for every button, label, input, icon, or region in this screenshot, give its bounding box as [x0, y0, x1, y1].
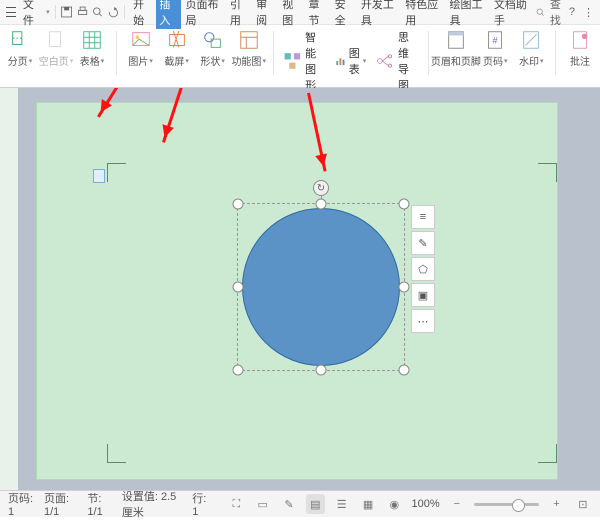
- view-web-icon[interactable]: ▦: [359, 494, 377, 514]
- anchor-icon: [93, 169, 105, 183]
- save-icon[interactable]: [60, 4, 73, 20]
- arrow-annotation: [162, 88, 194, 143]
- canvas: ↻ ≡ ✎ ⬠ ▣ ⋯: [0, 88, 600, 490]
- margin-corner-icon: [107, 444, 126, 463]
- view-read-icon[interactable]: ◉: [385, 494, 403, 514]
- resize-handle[interactable]: [399, 365, 410, 376]
- fill-tool[interactable]: ⬠: [411, 257, 435, 281]
- btn-pageno[interactable]: # 页码▾: [481, 29, 509, 68]
- find-group[interactable]: 查找 ?⋮: [535, 0, 594, 28]
- tab-dev[interactable]: 开发工具: [358, 0, 400, 28]
- more-tool[interactable]: ⋯: [411, 309, 435, 333]
- tab-review[interactable]: 审阅: [253, 0, 277, 28]
- menu-file[interactable]: 文件: [20, 0, 44, 28]
- resize-handle[interactable]: [399, 282, 410, 293]
- tab-section[interactable]: 章节: [305, 0, 329, 28]
- page-content: ↻ ≡ ✎ ⬠ ▣ ⋯: [107, 163, 557, 463]
- fullscreen-icon[interactable]: ⛶: [227, 494, 245, 514]
- resize-handle[interactable]: [399, 199, 410, 210]
- btn-table[interactable]: 表格▾: [78, 29, 106, 68]
- tab-feature[interactable]: 特色应用: [402, 0, 444, 28]
- btn-mind[interactable]: 思维导图: [376, 29, 418, 93]
- btn-header[interactable]: 页眉和页脚: [439, 29, 474, 68]
- tab-draw[interactable]: 绘图工具: [447, 0, 489, 28]
- zoom-out[interactable]: −: [448, 494, 466, 514]
- btn-function[interactable]: 功能图▾: [235, 29, 263, 68]
- resize-handle[interactable]: [233, 365, 244, 376]
- arrow-annotation: [307, 93, 327, 172]
- svg-text:#: #: [493, 36, 499, 46]
- zoom-slider[interactable]: [474, 503, 539, 506]
- fit-icon[interactable]: ▭: [254, 494, 272, 514]
- shape-selection[interactable]: ↻: [237, 203, 405, 371]
- zoom-in[interactable]: +: [547, 494, 565, 514]
- view-print-icon[interactable]: ▤: [306, 494, 324, 514]
- tab-insert[interactable]: 插入: [156, 0, 180, 29]
- status-line[interactable]: 行: 1: [192, 490, 211, 518]
- find-label: 查找: [550, 0, 561, 28]
- resize-handle[interactable]: [316, 365, 327, 376]
- btn-watermark[interactable]: 水印▾: [517, 29, 545, 68]
- circle-shape[interactable]: [242, 208, 400, 366]
- btn-smart[interactable]: 智能图形: [283, 29, 325, 93]
- status-indent[interactable]: 设置值: 2.5厘米: [122, 488, 184, 520]
- shape-tool-panel: ≡ ✎ ⬠ ▣ ⋯: [411, 205, 435, 333]
- tab-start[interactable]: 开始: [130, 0, 154, 28]
- tab-assist[interactable]: 文档助手: [491, 0, 533, 28]
- chevron-down-icon: ▾: [46, 8, 50, 16]
- margin-corner-icon: [538, 444, 557, 463]
- statusbar: 页码: 1 页面: 1/1 节: 1/1 设置值: 2.5厘米 行: 1 ⛶ ▭…: [0, 490, 600, 517]
- status-page[interactable]: 页码: 1: [8, 490, 36, 518]
- status-pages[interactable]: 页面: 1/1: [44, 490, 79, 518]
- tab-security[interactable]: 安全: [332, 0, 356, 28]
- view-outline-icon[interactable]: ☰: [333, 494, 351, 514]
- tab-reference[interactable]: 引用: [227, 0, 251, 28]
- btn-picture[interactable]: 图片▾: [127, 29, 155, 68]
- btn-comment[interactable]: 批注: [566, 29, 594, 68]
- tab-view[interactable]: 视图: [279, 0, 303, 28]
- edit-icon[interactable]: ✎: [280, 494, 298, 514]
- btn-screenshot[interactable]: 截屏▾: [163, 29, 191, 68]
- rotate-handle[interactable]: ↻: [313, 180, 329, 196]
- shadow-tool[interactable]: ▣: [411, 283, 435, 307]
- preview-icon[interactable]: [91, 4, 104, 20]
- page[interactable]: ↻ ≡ ✎ ⬠ ▣ ⋯: [36, 102, 558, 480]
- fit-page-icon[interactable]: ⊡: [574, 494, 592, 514]
- undo-icon[interactable]: [106, 4, 119, 20]
- print-icon[interactable]: [76, 4, 89, 20]
- btn-blank-page[interactable]: 空白页▾: [42, 29, 70, 68]
- menubar: 文件 ▾ 开始 插入 页面布局 引用 审阅 视图 章节 安全 开发工具 特色应用…: [0, 0, 600, 25]
- ribbon: 分页▾ 空白页▾ 表格▾ 图片▾ 截屏▾ 形状▾ 功能图▾ 智能图形 图表▾ 思…: [0, 25, 600, 88]
- margin-corner-icon: [107, 163, 126, 182]
- margin-corner-icon: [538, 163, 557, 182]
- resize-handle[interactable]: [233, 282, 244, 293]
- zoom-label[interactable]: 100%: [412, 498, 440, 510]
- arrow-annotation: [97, 88, 156, 118]
- layout-tool[interactable]: ≡: [411, 205, 435, 229]
- style-tool[interactable]: ✎: [411, 231, 435, 255]
- status-section[interactable]: 节: 1/1: [87, 490, 113, 518]
- resize-handle[interactable]: [233, 199, 244, 210]
- btn-chart[interactable]: 图表▾: [335, 29, 366, 93]
- resize-handle[interactable]: [316, 199, 327, 210]
- tab-layout[interactable]: 页面布局: [183, 0, 225, 28]
- btn-shapes[interactable]: 形状▾: [199, 29, 227, 68]
- hamburger-icon[interactable]: [6, 7, 16, 17]
- btn-page-break[interactable]: 分页▾: [6, 29, 34, 68]
